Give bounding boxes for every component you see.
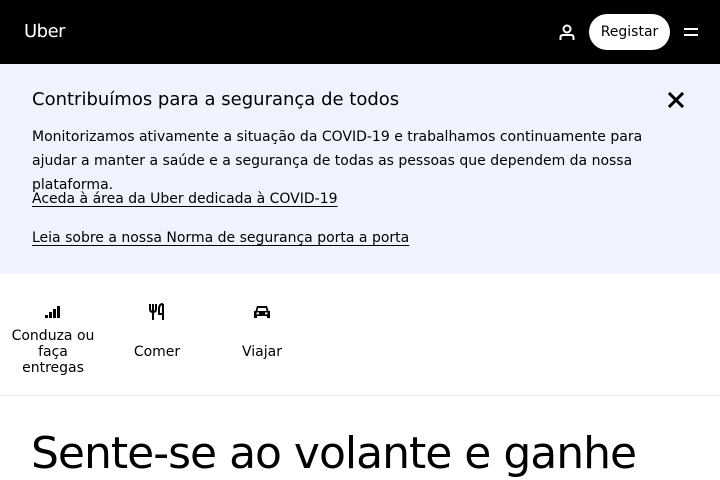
tab-drive-or-deliver[interactable]: Conduza ou faça entregas xyxy=(8,274,98,396)
tab-ride[interactable]: Viajar xyxy=(227,274,297,396)
top-navigation-bar: Uber Registar xyxy=(0,0,720,64)
tab-label: Comer xyxy=(133,344,181,360)
tab-label: Conduza ou faça entregas xyxy=(11,328,95,376)
banner-description: Monitorizamos ativamente a situação da C… xyxy=(32,129,643,193)
door-to-door-safety-link[interactable]: Leia sobre a nossa Norma de segurança po… xyxy=(32,228,409,248)
signal-bars-icon xyxy=(45,306,60,318)
tab-eat[interactable]: Comer xyxy=(120,274,194,396)
product-tabs: Conduza ou faça entregas Comer Viajar xyxy=(0,274,720,396)
user-icon[interactable] xyxy=(558,23,576,41)
covid-safety-banner: Contribuímos para a segurança de todos M… xyxy=(0,64,720,274)
hero-heading: Sente-se ao volante e ganhe xyxy=(31,428,637,479)
uber-logo[interactable]: Uber xyxy=(24,20,66,44)
hamburger-menu-icon[interactable] xyxy=(683,25,699,39)
tab-label: Viajar xyxy=(242,344,282,360)
register-button[interactable]: Registar xyxy=(589,14,670,50)
fork-knife-icon xyxy=(149,303,164,320)
banner-title: Contribuímos para a segurança de todos xyxy=(32,89,400,110)
close-icon[interactable] xyxy=(667,91,685,109)
covid-hub-link[interactable]: Aceda à área da Uber dedicada à COVID-19 xyxy=(32,189,338,209)
car-icon xyxy=(254,306,270,318)
